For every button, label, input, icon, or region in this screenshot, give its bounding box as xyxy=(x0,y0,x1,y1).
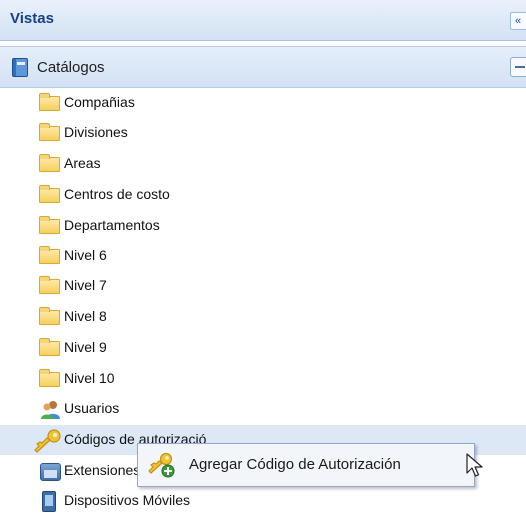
folder-icon xyxy=(39,216,60,234)
tree-item-label: Nivel 7 xyxy=(64,277,107,293)
menu-item-agregar-codigo-de-autorizacion[interactable]: Agregar Código de Autorización xyxy=(138,444,474,486)
tree-item-nivel-6[interactable]: Nivel 6 xyxy=(0,241,526,271)
menu-item-label: Agregar Código de Autorización xyxy=(189,456,401,473)
mouse-pointer-icon xyxy=(466,453,483,477)
phone-icon xyxy=(40,463,61,481)
catalogos-group-header[interactable]: Catálogos xyxy=(0,46,526,88)
folder-icon xyxy=(39,154,60,172)
tree-item-divisiones[interactable]: Divisiones xyxy=(0,118,526,148)
folder-icon xyxy=(39,307,60,325)
key-add-icon xyxy=(148,452,175,478)
tree-item-label: Usuarios xyxy=(64,400,120,416)
tree-item-label: Departamentos xyxy=(64,217,160,233)
tree-item-companias[interactable]: Compañias xyxy=(0,88,526,118)
folder-icon xyxy=(39,369,60,387)
tree-item-label: Nivel 6 xyxy=(64,247,107,263)
double-chevron-left-icon: « xyxy=(515,15,522,27)
folder-icon xyxy=(39,185,60,203)
panel-title: Vistas xyxy=(10,10,54,27)
collapse-group-button[interactable] xyxy=(510,57,526,77)
folder-icon xyxy=(39,123,60,141)
folder-icon xyxy=(39,93,60,111)
tree-item-label: Divisiones xyxy=(64,124,128,140)
tree-item-centros-de-costo[interactable]: Centros de costo xyxy=(0,180,526,210)
tree-item-label: Extensiones xyxy=(64,462,141,478)
tree-item-label: Nivel 9 xyxy=(64,339,107,355)
panel-header: Vistas « xyxy=(0,0,526,41)
tree-item-usuarios[interactable]: Usuarios xyxy=(0,394,526,424)
tree-item-areas[interactable]: Areas xyxy=(0,149,526,179)
tree-item-nivel-10[interactable]: Nivel 10 xyxy=(0,364,526,394)
key-icon xyxy=(34,429,61,453)
tree-item-nivel-8[interactable]: Nivel 8 xyxy=(0,302,526,332)
mobile-device-icon xyxy=(42,491,56,512)
tree-item-label: Dispositivos Móviles xyxy=(64,492,191,508)
tree-item-label: Areas xyxy=(64,155,101,171)
collapse-panel-button[interactable]: « xyxy=(510,12,526,30)
folder-icon xyxy=(39,276,60,294)
folder-icon xyxy=(39,246,60,264)
folder-icon xyxy=(39,338,60,356)
tree-item-label: Nivel 8 xyxy=(64,308,107,324)
group-label: Catálogos xyxy=(37,59,105,76)
tree-item-label: Nivel 10 xyxy=(64,370,115,386)
book-icon xyxy=(12,58,28,77)
users-icon xyxy=(41,401,60,419)
context-menu: Agregar Código de Autorización xyxy=(137,443,475,487)
tree-item-dispositivos-moviles[interactable]: Dispositivos Móviles xyxy=(0,486,526,516)
tree-item-nivel-7[interactable]: Nivel 7 xyxy=(0,271,526,301)
tree-item-label: Compañias xyxy=(64,94,135,110)
tree-item-label: Centros de costo xyxy=(64,186,170,202)
tree-item-departamentos[interactable]: Departamentos xyxy=(0,211,526,241)
tree-item-nivel-9[interactable]: Nivel 9 xyxy=(0,333,526,363)
